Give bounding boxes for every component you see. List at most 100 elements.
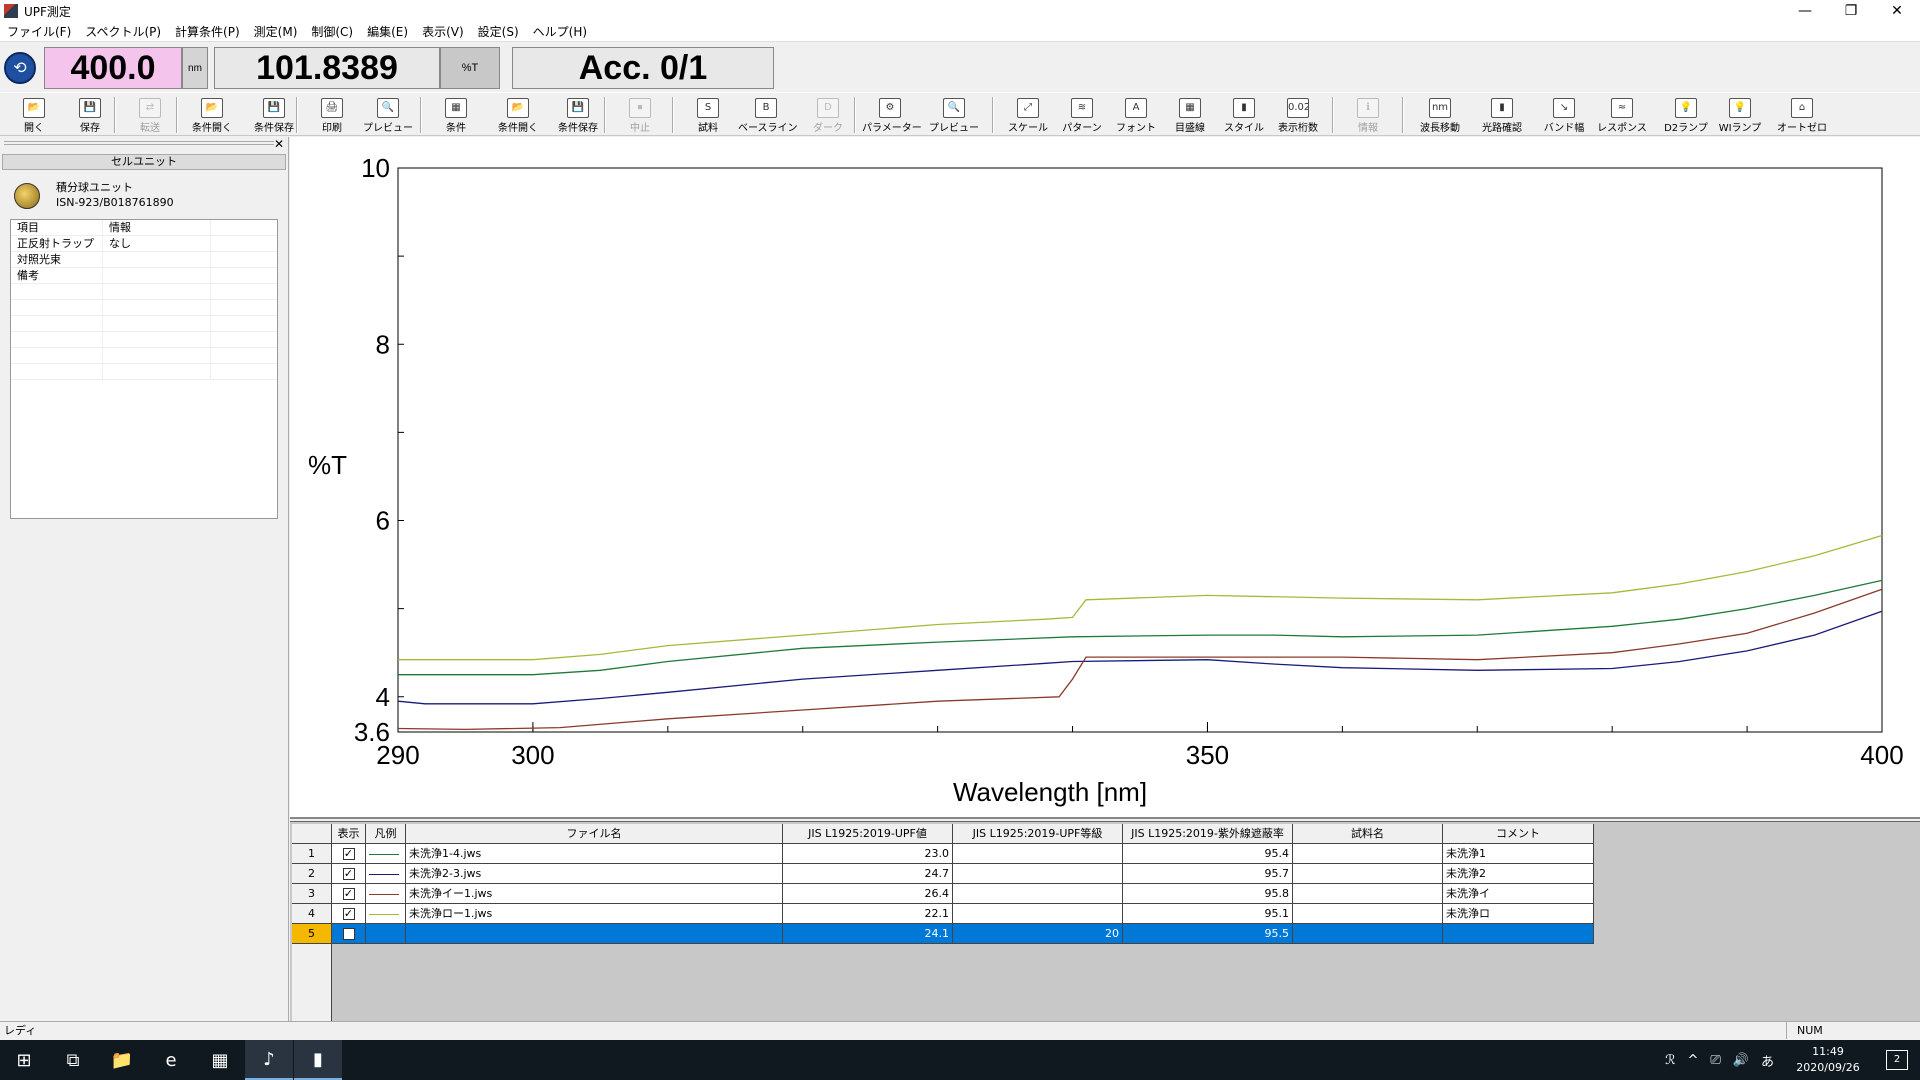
tray-icon-5[interactable]: あ [1755, 1051, 1780, 1070]
toolbar-button-pattern[interactable]: ≋ パターン [1054, 95, 1110, 135]
toolbar-button-transfer[interactable]: ⇄ 転送 [122, 95, 178, 135]
toolbar-button-bandwidth[interactable]: ↘ バンド幅 [1536, 95, 1592, 135]
toolbar-button-baseline[interactable]: B ベースライン [738, 95, 798, 135]
internet-explorer-icon[interactable]: e [147, 1040, 195, 1080]
menu-measure[interactable]: 測定(M) [247, 23, 305, 40]
header-legend-column[interactable]: 凡例 [366, 824, 406, 844]
table-row[interactable]: 4 ✓ 未洗浄ロー1.jws 22.1 95.1 未洗浄ロ [292, 904, 1594, 924]
show-checkbox[interactable] [342, 928, 355, 940]
info-row: 備考 [11, 268, 277, 284]
toolbar-button-wi-lamp[interactable]: 💡 WIランプ [1712, 95, 1768, 135]
notification-icon[interactable]: 2 [1886, 1050, 1908, 1070]
tray-icon-4[interactable]: 🔊 [1727, 1053, 1755, 1068]
toolbar-button-d2-lamp[interactable]: 💡 D2ランプ [1658, 95, 1714, 135]
maximize-button[interactable]: ❐ [1828, 0, 1874, 22]
toolbar-button-wavelength-move[interactable]: nm 波長移動 [1412, 95, 1468, 135]
show-checkbox[interactable]: ✓ [342, 868, 355, 880]
show-checkbox[interactable]: ✓ [342, 848, 355, 860]
menu-help[interactable]: ヘルプ(H) [526, 23, 594, 40]
toolbar-button-response[interactable]: ≈ レスポンス [1594, 95, 1650, 135]
toolbar-button-style[interactable]: ▮ スタイル [1216, 95, 1272, 135]
menu-edit[interactable]: 編集(E) [360, 23, 415, 40]
clock[interactable]: 11:49 2020/09/26 [1788, 1044, 1868, 1076]
upf-app-icon[interactable]: ♪ [245, 1040, 293, 1080]
minimize-button[interactable]: — [1782, 0, 1828, 22]
value-unit-button[interactable]: %T [440, 47, 500, 89]
toolbar-button-autozero[interactable]: ⌂ オートゼロ [1774, 95, 1830, 135]
preview2-icon: 🔍 [943, 98, 965, 118]
menu-view[interactable]: 表示(V) [415, 23, 471, 40]
toolbar-button-condition[interactable]: ▦ 条件 [428, 95, 484, 135]
toolbar-button-preview[interactable]: 🔍 プレビュー [360, 95, 416, 135]
cell-show-column[interactable]: ✓ [332, 864, 366, 884]
toolbar-button-digits[interactable]: 0.023 表示桁数 [1270, 95, 1326, 135]
header-upf-value[interactable]: JIS L1925:2019-UPF値 [783, 824, 953, 844]
toolbar-button-open-condition2[interactable]: 📂 条件開く [490, 95, 546, 135]
info-item: 正反射トラップ [11, 236, 103, 251]
windows-start-icon[interactable]: ⊞ [0, 1040, 48, 1080]
toolbar-button-parameter[interactable]: ⚙ パラメーター [862, 95, 922, 135]
toolbar-button-dark[interactable]: D ダーク [800, 95, 856, 135]
cell-show-column[interactable]: ✓ [332, 844, 366, 864]
header-upf-grade[interactable]: JIS L1925:2019-UPF等級 [953, 824, 1123, 844]
toolbar-button-save-condition[interactable]: 💾 条件保存 [246, 95, 302, 135]
monitor-icon[interactable]: ⟲ [4, 52, 36, 84]
cell-legend-column [366, 924, 406, 944]
spectrum-chart[interactable]: 290 300 350 4003.646810Wavelength [nm]%T [290, 137, 1920, 817]
toolbar: 📂 開く 💾 保存 ⇄ 転送 📂 条件開く 💾 条件保存 🖨 印刷 🔍 プレビュー ▦ 条件 📂 条件開く 💾 条件保… [0, 92, 1920, 136]
toolbar-button-preview2[interactable]: 🔍 プレビュー [926, 95, 982, 135]
header-file-name[interactable]: ファイル名 [406, 824, 783, 844]
header-comment[interactable]: コメント [1443, 824, 1594, 844]
toolbar-button-info[interactable]: ℹ 情報 [1340, 95, 1396, 135]
cell-show-column[interactable]: ✓ [332, 904, 366, 924]
header-sample-name[interactable]: 試料名 [1293, 824, 1443, 844]
info-header-item: 項目 [11, 220, 103, 235]
toolbar-button-stop[interactable]: ⏹ 中止 [612, 95, 668, 135]
toolbar-button-print[interactable]: 🖨 印刷 [304, 95, 360, 135]
task-view-icon[interactable]: ⧉ [49, 1040, 97, 1080]
menu-file[interactable]: ファイル(F) [0, 23, 78, 40]
window-title: UPF測定 [24, 4, 71, 19]
toolbar-button-lightpath[interactable]: ▮ 光路確認 [1474, 95, 1530, 135]
toolbar-button-label: パラメーター [862, 123, 922, 134]
table-row[interactable]: 5 24.1 20 95.5 [292, 924, 1594, 944]
header-show-column[interactable]: 表示 [332, 824, 366, 844]
toolbar-button-sample[interactable]: S 試料 [680, 95, 736, 135]
toolbar-button-font[interactable]: A フォント [1108, 95, 1164, 135]
file-explorer-icon[interactable]: 📁 [98, 1040, 146, 1080]
toolbar-button-gridline[interactable]: ▦ 目盛線 [1162, 95, 1218, 135]
tray-icon-3[interactable]: ⎚ [1704, 1053, 1726, 1068]
toolbar-button-open-condition[interactable]: 📂 条件開く [184, 95, 240, 135]
header-row-number[interactable] [292, 824, 332, 844]
menu-calc-condition[interactable]: 計算条件(P) [168, 23, 247, 40]
toolbar-button-label: スタイル [1224, 123, 1264, 134]
calculator-icon[interactable]: ▦ [196, 1040, 244, 1080]
toolbar-button-label: 試料 [698, 123, 718, 134]
panel-grip[interactable] [4, 141, 274, 145]
toolbar-button-save-condition2[interactable]: 💾 条件保存 [550, 95, 606, 135]
info-row-empty [11, 364, 277, 380]
title-bar: UPF測定 — ❐ ✕ [0, 0, 1920, 22]
toolbar-button-folder-open[interactable]: 📂 開く [6, 95, 62, 135]
spectra-manager-icon[interactable]: ▮ [294, 1040, 342, 1080]
table-row[interactable]: 2 ✓ 未洗浄2-3.jws 24.7 95.7 未洗浄2 [292, 864, 1594, 884]
gridline-icon: ▦ [1179, 98, 1201, 118]
tray-icon-2[interactable]: ^ [1681, 1053, 1704, 1068]
header-uv-blocking-rate[interactable]: JIS L1925:2019-紫外線遮蔽率 [1123, 824, 1293, 844]
menu-control[interactable]: 制御(C) [304, 23, 360, 40]
spectrum-chart-pane[interactable]: 290 300 350 400 3.6 4 6 8 10 Wavelength [nm] %T [290, 137, 1920, 819]
show-checkbox[interactable]: ✓ [342, 908, 355, 920]
close-button[interactable]: ✕ [1874, 0, 1920, 22]
tray-icon-1[interactable]: ℛ [1659, 1053, 1681, 1068]
cell-show-column[interactable] [332, 924, 366, 944]
menu-spectrum[interactable]: スペクトル(P) [78, 23, 168, 40]
menu-settings[interactable]: 設定(S) [471, 23, 526, 40]
panel-close-icon[interactable]: ✕ [274, 137, 284, 151]
table-row[interactable]: 1 ✓ 未洗浄1-4.jws 23.0 95.4 未洗浄1 [292, 844, 1594, 864]
table-row[interactable]: 3 ✓ 未洗浄イー1.jws 26.4 95.8 未洗浄イ [292, 884, 1594, 904]
toolbar-button-scale[interactable]: ⤢ スケール [1000, 95, 1056, 135]
show-checkbox[interactable]: ✓ [342, 888, 355, 900]
cell-show-column[interactable]: ✓ [332, 884, 366, 904]
y-tick-label: 8 [376, 329, 390, 359]
toolbar-button-save[interactable]: 💾 保存 [62, 95, 118, 135]
